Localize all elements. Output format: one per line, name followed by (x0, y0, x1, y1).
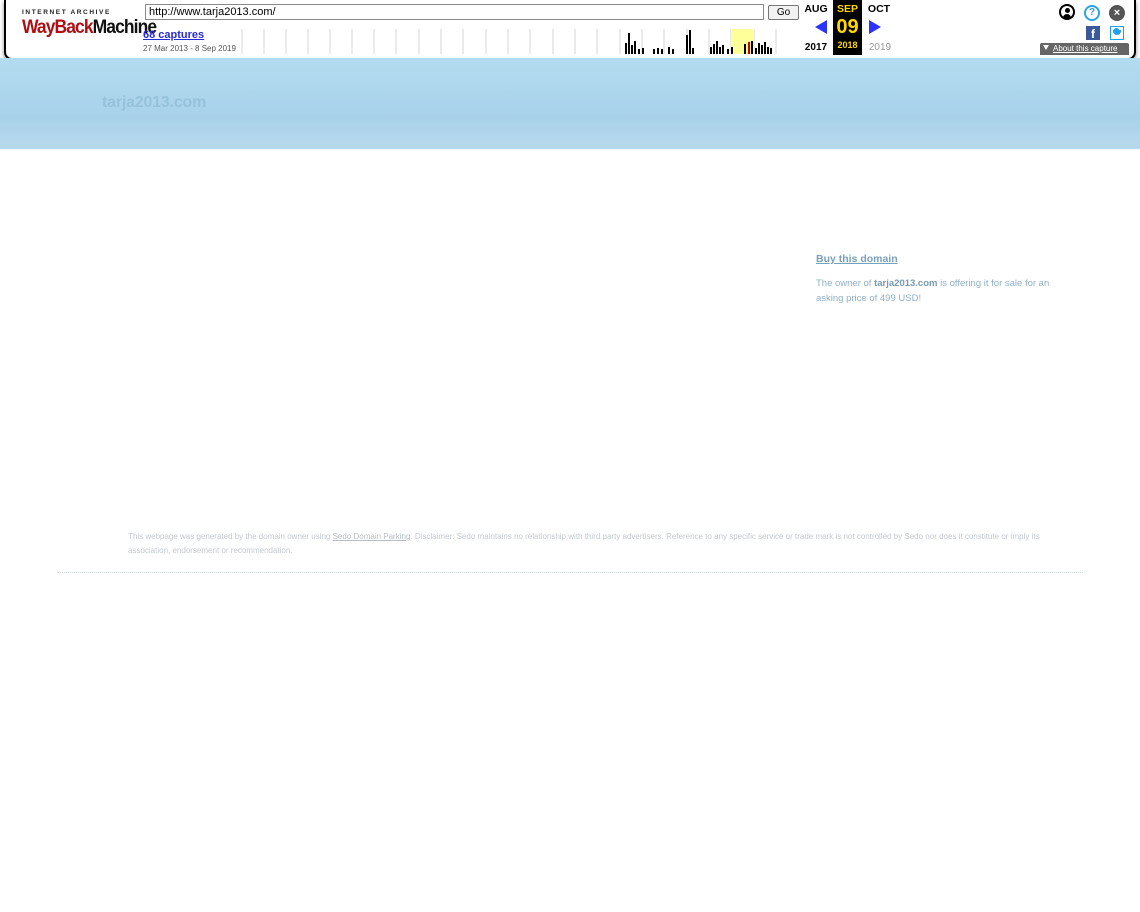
current-month: SEP (836, 3, 858, 15)
disclaimer-text: This webpage was generated by the domain… (128, 530, 1058, 558)
buy-domain-link[interactable]: Buy this domain (816, 253, 1076, 265)
buy-domain-box: Buy this domain The owner of tarja2013.c… (816, 253, 1076, 306)
sparkline-current-year-highlight (731, 29, 754, 54)
about-capture-button[interactable]: About this capture (1040, 43, 1129, 55)
logo-internet-archive-text: INTERNET ARCHIVE (22, 9, 111, 16)
capture-sparkline[interactable] (241, 29, 798, 54)
prev-arrow-icon[interactable] (815, 20, 827, 34)
help-icon[interactable]: ? (1084, 5, 1100, 21)
site-title: tarja2013.com (102, 94, 207, 111)
footer-divider (57, 572, 1083, 573)
user-icon[interactable] (1059, 4, 1075, 20)
offer-domain-name: tarja2013.com (874, 278, 938, 289)
prev-year-link[interactable]: 2017 (801, 42, 831, 53)
site-header: tarja2013.com (0, 58, 1140, 149)
go-button[interactable]: Go (768, 5, 799, 20)
next-arrow-icon[interactable] (869, 20, 881, 34)
current-capture-date: SEP 09 2018 (833, 0, 862, 55)
sparkline-year-dividers (241, 29, 777, 54)
twitter-icon[interactable] (1110, 26, 1124, 40)
offer-prefix: The owner of (816, 278, 875, 289)
wayback-logo[interactable]: INTERNET ARCHIVE WayBackMachine (22, 9, 157, 45)
capture-date-range: 27 Mar 2013 - 8 Sep 2019 (143, 44, 236, 53)
next-year-label: 2019 (868, 42, 892, 53)
about-capture-label: About this capture (1053, 44, 1118, 53)
next-month-link[interactable]: OCT (865, 3, 893, 15)
close-icon[interactable]: × (1109, 5, 1125, 21)
disclaimer-prefix: This webpage was generated by the domain… (128, 532, 333, 541)
logo-wayback-word: WayBack (22, 17, 94, 38)
sparkline-current-capture-marker (748, 42, 750, 54)
captures-link[interactable]: 68 captures (143, 29, 204, 41)
facebook-icon[interactable]: f (1086, 26, 1100, 41)
url-input[interactable] (145, 4, 764, 20)
logo-wayback-machine-text: WayBackMachine (22, 17, 157, 39)
wayback-toolbar: INTERNET ARCHIVE WayBackMachine Go 68 ca… (0, 0, 1140, 62)
caret-down-icon (1043, 45, 1049, 50)
current-day: 09 (836, 16, 859, 38)
prev-month-link[interactable]: AUG (802, 3, 830, 15)
current-year: 2018 (837, 40, 858, 50)
domain-offer-text: The owner of tarja2013.com is offering i… (816, 276, 1076, 306)
sedo-parking-link[interactable]: Sedo Domain Parking (333, 532, 411, 541)
